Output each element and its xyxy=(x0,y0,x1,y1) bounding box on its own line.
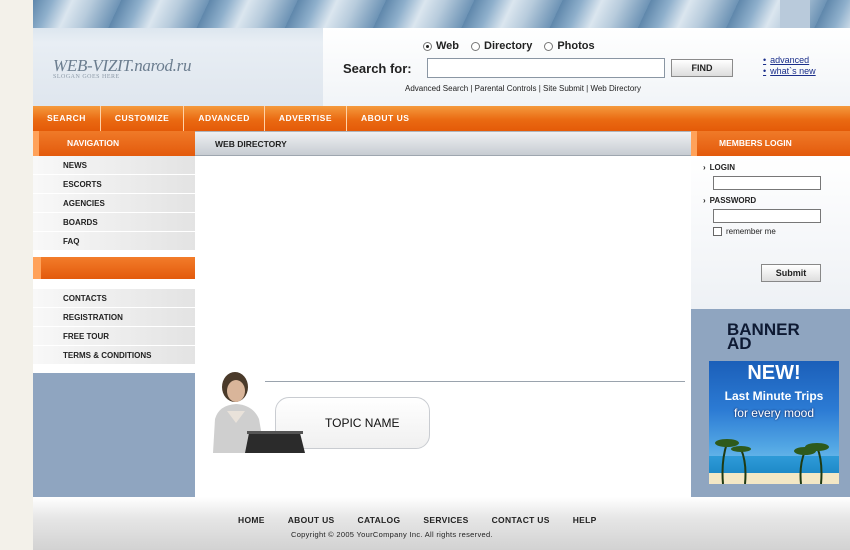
navigation-menu: NEWS ESCORTS AGENCIES BOARDS FAQ CONTACT… xyxy=(33,156,195,373)
search-label: Search for: xyxy=(343,61,412,76)
right-sidebar: MEMBERS LOGIN LOGIN PASSWORD remember me… xyxy=(691,131,850,497)
nav-item-terms[interactable]: TERMS & CONDITIONS xyxy=(33,346,195,365)
footer-link-about-us[interactable]: ABOUT US xyxy=(288,515,335,525)
whats-new-link[interactable]: • what`s new xyxy=(763,66,816,77)
search-input[interactable] xyxy=(427,58,665,78)
find-button[interactable]: FIND xyxy=(671,59,733,77)
search-panel: Web Directory Photos Search for: FIND • a… xyxy=(323,28,850,106)
nav-item-registration[interactable]: REGISTRATION xyxy=(33,308,195,327)
banner-area: BANNER AD NEW! Last Minute Trips for eve… xyxy=(691,309,850,497)
nav-item-news[interactable]: NEWS xyxy=(33,156,195,175)
site-header: WEB-VIZIT.narod.ru SLOGAN GOES HERE Web … xyxy=(33,0,850,106)
nav-divider-bar xyxy=(33,257,195,279)
search-type-group: Web Directory Photos xyxy=(423,40,595,52)
palm-trees-image xyxy=(715,439,829,484)
members-login-title: MEMBERS LOGIN xyxy=(691,131,850,156)
radio-selected-icon xyxy=(423,41,432,51)
topic-divider xyxy=(265,381,685,382)
footer-link-help[interactable]: HELP xyxy=(573,515,597,525)
login-input[interactable] xyxy=(713,176,821,190)
advanced-link[interactable]: • advanced xyxy=(763,55,816,66)
radio-unselected-icon xyxy=(471,41,481,51)
footer-link-contact-us[interactable]: CONTACT US xyxy=(492,515,550,525)
remember-me[interactable]: remember me xyxy=(713,227,850,236)
topic-name[interactable]: TOPIC NAME xyxy=(325,416,399,430)
nav-item-escorts[interactable]: ESCORTS xyxy=(33,175,195,194)
radio-web[interactable]: Web xyxy=(423,40,459,52)
bullet-icon: • xyxy=(763,55,767,65)
left-sidebar: NAVIGATION NEWS ESCORTS AGENCIES BOARDS … xyxy=(33,131,195,497)
radio-web-label: Web xyxy=(436,40,460,52)
site-footer: HOME ABOUT US CATALOG SERVICES CONTACT U… xyxy=(33,497,850,550)
nav-item-boards[interactable]: BOARDS xyxy=(33,213,195,232)
nav-item-free-tour[interactable]: FREE TOUR xyxy=(33,327,195,346)
site-logo[interactable]: WEB-VIZIT.narod.ru xyxy=(53,56,191,76)
person-with-laptop-image xyxy=(213,372,305,453)
nav-item-agencies[interactable]: AGENCIES xyxy=(33,194,195,213)
topnav-advertise[interactable]: ADVERTISE xyxy=(263,106,346,131)
radio-directory[interactable]: Directory xyxy=(471,40,532,52)
bullet-icon: • xyxy=(763,66,767,76)
header-decoration xyxy=(33,0,850,28)
topnav-customize[interactable]: CUSTOMIZE xyxy=(99,106,183,131)
submit-button[interactable]: Submit xyxy=(761,264,821,282)
topnav-about-us[interactable]: ABOUT US xyxy=(346,106,423,131)
top-navigation: SEARCH CUSTOMIZE ADVANCED ADVERTISE ABOU… xyxy=(33,106,850,131)
footer-link-home[interactable]: HOME xyxy=(238,515,265,525)
nav-item-contacts[interactable]: CONTACTS xyxy=(33,289,195,308)
footer-links: HOME ABOUT US CATALOG SERVICES CONTACT U… xyxy=(238,515,597,525)
nav-item-faq[interactable]: FAQ xyxy=(33,232,195,251)
page: WEB-VIZIT.narod.ru SLOGAN GOES HERE Web … xyxy=(33,0,850,550)
login-form: LOGIN PASSWORD remember me Submit xyxy=(691,156,850,309)
radio-directory-label: Directory xyxy=(484,40,533,52)
checkbox-icon[interactable] xyxy=(713,227,722,236)
copyright-text: Copyright © 2005 YourCompany Inc. All ri… xyxy=(291,530,493,539)
login-label: LOGIN xyxy=(703,163,850,172)
topnav-search[interactable]: SEARCH xyxy=(47,106,100,131)
ad-subline: Last Minute Trips xyxy=(724,389,824,403)
topnav-advanced[interactable]: ADVANCED xyxy=(183,106,264,131)
site-slogan: SLOGAN GOES HERE xyxy=(53,74,120,80)
radio-photos[interactable]: Photos xyxy=(544,40,595,52)
footer-link-catalog[interactable]: CATALOG xyxy=(358,515,401,525)
footer-link-services[interactable]: SERVICES xyxy=(423,515,468,525)
password-label: PASSWORD xyxy=(703,196,850,205)
radio-photos-label: Photos xyxy=(557,40,595,52)
radio-unselected-icon xyxy=(544,41,554,51)
travel-ad[interactable]: NEW! Last Minute Trips for every mood xyxy=(709,361,839,484)
remember-me-label: remember me xyxy=(726,227,776,236)
password-input[interactable] xyxy=(713,209,821,223)
content-title: WEB DIRECTORY xyxy=(195,131,691,156)
ad-headline: NEW! xyxy=(747,362,801,384)
main-content: WEB DIRECTORY TOPIC NAME xyxy=(195,131,691,497)
search-sub-links[interactable]: Advanced Search | Parental Controls | Si… xyxy=(405,84,641,93)
quick-links: • advanced • what`s new xyxy=(763,55,816,77)
banner-label: BANNER AD xyxy=(727,321,800,353)
ad-tagline: for every mood xyxy=(733,406,815,420)
banner-label-line2: AD xyxy=(727,334,752,353)
navigation-title: NAVIGATION xyxy=(33,131,195,156)
